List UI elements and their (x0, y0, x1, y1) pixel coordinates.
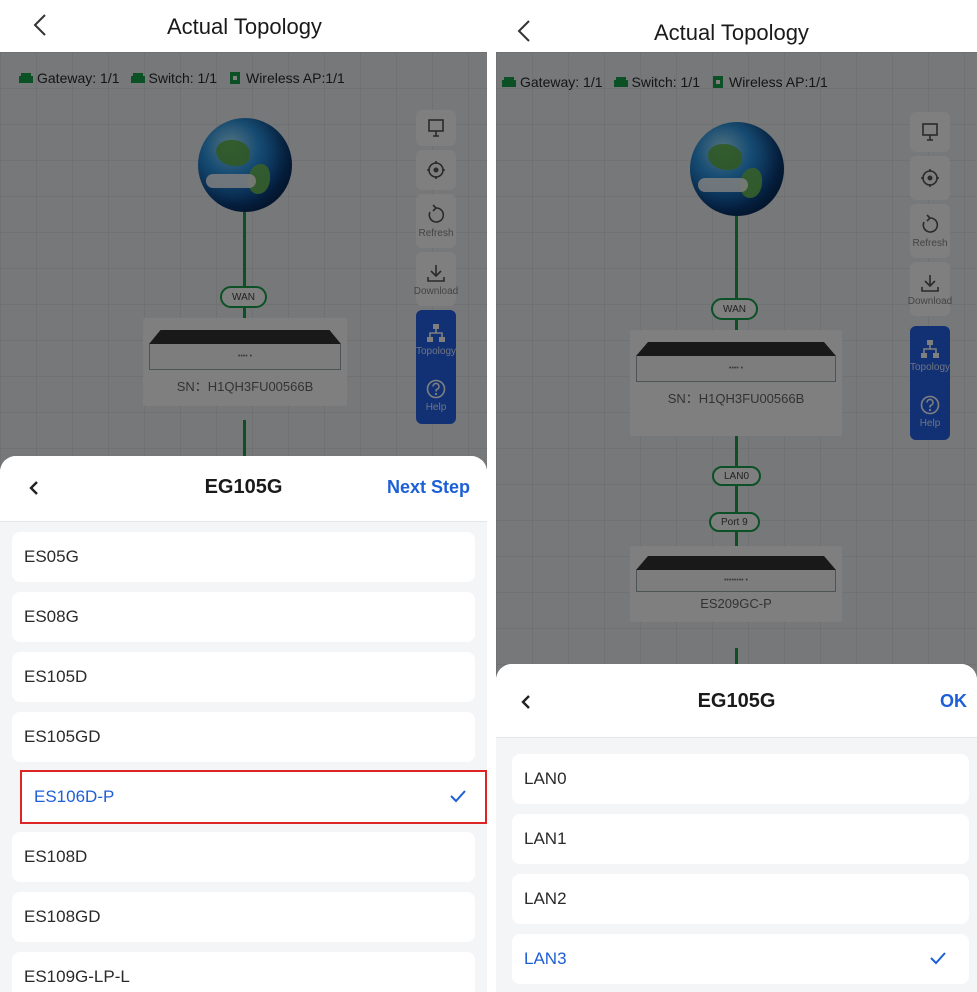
right-screen: Actual Topology Gateway: 1/1 Switch: 1/1… (496, 0, 977, 992)
port-picker-sheet: EG105G OK LAN0 LAN1 LAN2 LAN3 (496, 664, 977, 992)
sheet-title: EG105G (697, 690, 776, 712)
check-icon (930, 952, 946, 965)
page-title: Actual Topology (167, 14, 322, 39)
list-item-label: ES08G (24, 607, 79, 626)
port-list: LAN0 LAN1 LAN2 LAN3 (512, 754, 969, 992)
list-item-label: ES105D (24, 667, 88, 686)
port-item-lan0[interactable]: LAN0 (512, 754, 969, 804)
port-item-lan1[interactable]: LAN1 (512, 814, 969, 864)
model-item-es108d[interactable]: ES108D (12, 832, 475, 882)
model-item-es109g-lp-l[interactable]: ES109G-LP-L (12, 952, 475, 992)
list-item-label: ES108GD (24, 907, 101, 926)
model-item-es05g[interactable]: ES05G (12, 532, 475, 582)
model-item-es105d[interactable]: ES105D (12, 652, 475, 702)
screen-divider (487, 0, 496, 992)
list-item-label: ES108D (24, 847, 88, 866)
page-title: Actual Topology (654, 20, 809, 45)
model-list: ES05G ES08G ES105D ES105GD ES106D-P ES10… (12, 532, 487, 992)
list-item-label: LAN2 (524, 889, 567, 908)
next-step-button[interactable]: Next Step (387, 477, 470, 498)
model-item-es08g[interactable]: ES08G (12, 592, 475, 642)
list-item-label: ES109G-LP-L (24, 967, 130, 986)
check-icon (450, 790, 466, 803)
model-item-es106d-p[interactable]: ES106D-P (20, 770, 487, 824)
top-bar: Actual Topology (496, 0, 977, 52)
model-item-es105gd[interactable]: ES105GD (12, 712, 475, 762)
list-item-label: ES105GD (24, 727, 101, 746)
list-item-label: LAN3 (524, 949, 567, 968)
back-button[interactable] (26, 8, 54, 42)
chevron-left-icon (33, 14, 46, 36)
port-item-lan3[interactable]: LAN3 (512, 934, 969, 984)
port-item-lan2[interactable]: LAN2 (512, 874, 969, 924)
left-screen: Actual Topology Gateway: 1/1 Switch: 1/1… (0, 0, 487, 992)
list-item-label: LAN0 (524, 769, 567, 788)
sheet-header: EG105G OK (496, 664, 977, 738)
list-item-label: LAN1 (524, 829, 567, 848)
ok-button[interactable]: OK (940, 691, 967, 712)
list-item-label: ES05G (24, 547, 79, 566)
model-picker-sheet: EG105G Next Step ES05G ES08G ES105D ES10… (0, 456, 487, 992)
model-item-es108gd[interactable]: ES108GD (12, 892, 475, 942)
sheet-header: EG105G Next Step (0, 456, 487, 522)
chevron-left-icon (517, 20, 530, 42)
back-button[interactable] (510, 14, 538, 48)
list-item-label: ES106D-P (34, 787, 115, 806)
top-bar: Actual Topology (0, 0, 487, 52)
